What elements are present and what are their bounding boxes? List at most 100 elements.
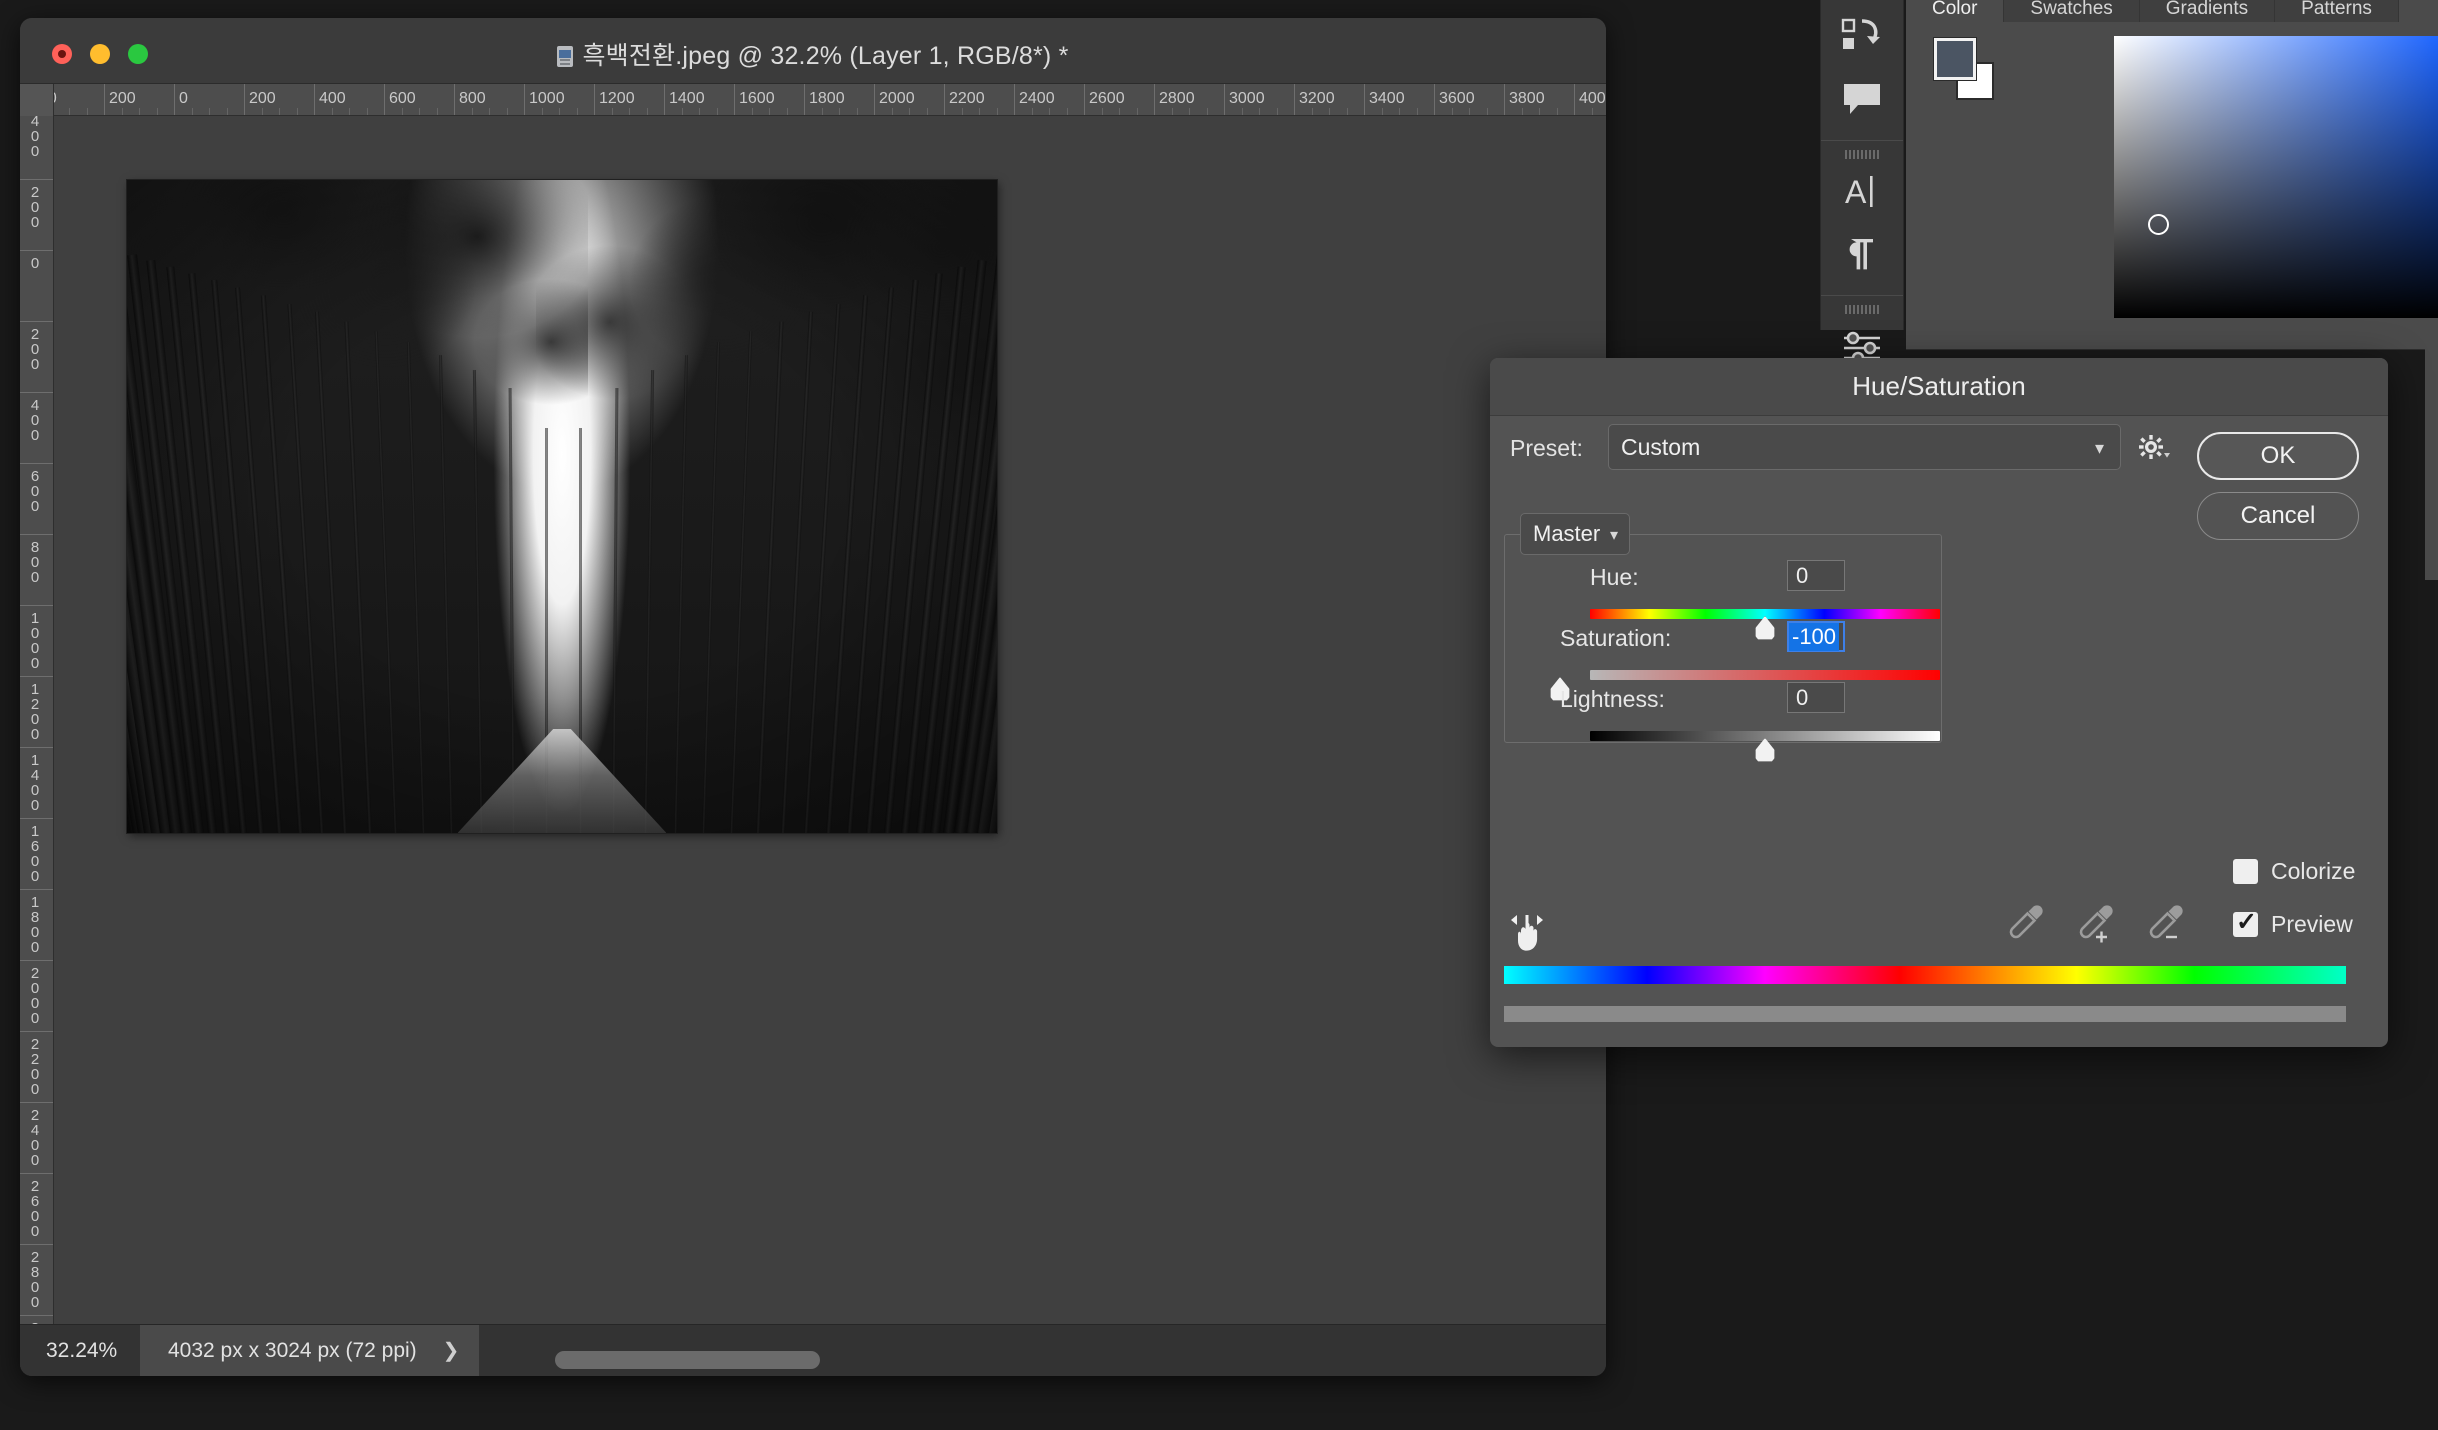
hue-value-field[interactable]: 0: [1787, 560, 1845, 591]
hue-saturation-dialog: Hue/Saturation Preset: Custom ▾ OK Cance…: [1490, 358, 2388, 1047]
ruler-v-tick: 3000: [20, 1315, 53, 1324]
ruler-h-subtick: [1311, 108, 1313, 115]
ruler-h-subtick: [506, 108, 508, 115]
paragraph-icon[interactable]: [1821, 223, 1903, 285]
ruler-h-subtick: [1346, 108, 1348, 115]
color-field-marker[interactable]: [2148, 214, 2169, 235]
ruler-h-subtick: [786, 108, 788, 115]
ruler-h-subtick: [209, 108, 210, 115]
ruler-h-subtick: [139, 108, 140, 115]
canvas-area[interactable]: [54, 116, 1606, 1324]
foreground-color-swatch[interactable]: [1933, 37, 1977, 81]
ruler-h-subtick: [489, 108, 490, 115]
ruler-h-tick: 400: [314, 84, 346, 115]
colorize-row[interactable]: Colorize: [2233, 858, 2355, 885]
ruler-h-subtick: [996, 108, 998, 115]
chevron-down-icon-range: ▾: [1609, 527, 1618, 544]
ruler-v-tick: 0: [20, 250, 53, 321]
eyedropper-add-icon[interactable]: [2075, 903, 2115, 952]
ruler-h-subtick: [1556, 108, 1558, 115]
hue-spectrum-bar: [1504, 966, 2346, 984]
preset-label: Preset:: [1510, 435, 1583, 461]
ruler-h-subtick: [1136, 108, 1138, 115]
gear-icon[interactable]: [2138, 434, 2172, 469]
ruler-h-tick: 3600: [1434, 84, 1475, 115]
preview-checkbox[interactable]: [2233, 907, 2258, 937]
eyedropper-icon[interactable]: [2005, 903, 2045, 952]
horizontal-scrollbar[interactable]: [20, 1347, 1606, 1373]
tool-group-type: A: [1821, 141, 1903, 296]
ruler-h-subtick: [1329, 108, 1330, 115]
tab-gradients[interactable]: Gradients: [2139, 0, 2276, 22]
ruler-corner[interactable]: [20, 84, 54, 116]
ruler-v-tick: 200: [20, 321, 53, 392]
colorize-checkbox[interactable]: [2233, 859, 2258, 884]
ruler-h-tick: 200: [104, 84, 136, 115]
ruler-h-tick: 1600: [734, 84, 775, 115]
svg-text:A: A: [1845, 174, 1867, 210]
ruler-h-tick: 3400: [1364, 84, 1405, 115]
ruler-v-tick: 400: [20, 116, 53, 179]
preset-select[interactable]: Custom ▾: [1608, 424, 2121, 470]
hand-scrub-icon[interactable]: [1507, 905, 1555, 960]
character-icon[interactable]: A: [1821, 161, 1903, 223]
saturation-label: Saturation:: [1560, 625, 1672, 651]
ruler-h-tick: 3200: [1294, 84, 1335, 115]
ruler-h-subtick: [1241, 108, 1243, 115]
lightness-value-field[interactable]: 0: [1787, 682, 1845, 713]
panel-grip[interactable]: [1821, 147, 1903, 161]
ruler-h-subtick: [156, 108, 158, 115]
panel-grip-2[interactable]: [1821, 302, 1903, 316]
ruler-h-tick: 800: [454, 84, 486, 115]
ruler-h-subtick: [1381, 108, 1383, 115]
ruler-h-tick: 2800: [1154, 84, 1195, 115]
tab-patterns[interactable]: Patterns: [2275, 0, 2399, 22]
dialog-title: Hue/Saturation: [1852, 371, 2026, 401]
preview-label: Preview: [2271, 911, 2353, 937]
saturation-value-field[interactable]: -100: [1787, 621, 1845, 652]
ruler-h-tick: 2400: [1014, 84, 1055, 115]
window-titlebar: 흑백전환.jpeg @ 32.2% (Layer 1, RGB/8*) *: [20, 18, 1606, 84]
ruler-h-subtick: [769, 108, 770, 115]
ruler-h-subtick: [1119, 108, 1120, 115]
cancel-button[interactable]: Cancel: [2197, 492, 2359, 540]
image-artboard[interactable]: [127, 180, 997, 833]
comment-icon[interactable]: [1821, 68, 1903, 130]
document-window: 흑백전환.jpeg @ 32.2% (Layer 1, RGB/8*) * 0 0…: [20, 18, 1606, 1376]
ruler-h-subtick: [1171, 108, 1173, 115]
color-swatch-stack: [1933, 37, 1996, 100]
tab-color[interactable]: Color: [1906, 0, 2005, 22]
ruler-h-subtick: [576, 108, 578, 115]
ruler-h-subtick: [856, 108, 858, 115]
tab-swatches[interactable]: Swatches: [2004, 0, 2140, 22]
ruler-v-tick: 600: [20, 463, 53, 534]
photo-vignette: [127, 180, 997, 833]
ruler-h-subtick: [1049, 108, 1050, 115]
ruler-v-tick: 2600: [20, 1173, 53, 1244]
ruler-h-subtick: [1451, 108, 1453, 115]
eyedropper-subtract-icon[interactable]: [2145, 903, 2185, 952]
ruler-h-subtick: [1206, 108, 1208, 115]
ruler-h-subtick: [419, 108, 420, 115]
horizontal-ruler[interactable]: 0020002004006008001000120014001600180020…: [20, 84, 1606, 116]
ruler-h-tick: 1400: [664, 84, 705, 115]
ruler-h-subtick: [121, 108, 123, 115]
ok-button[interactable]: OK: [2197, 432, 2359, 480]
history-icon[interactable]: [1821, 6, 1903, 68]
ruler-h-subtick: [1066, 108, 1068, 115]
ruler-h-tick: 1000: [524, 84, 565, 115]
ruler-v-tick: 1000: [20, 605, 53, 676]
color-field[interactable]: [2114, 36, 2438, 318]
vertical-ruler[interactable]: 400 200 0 200 400 600 800 1000 1200 1400 1600 1800 2…: [20, 116, 54, 1324]
ruler-h-subtick: [1539, 108, 1540, 115]
preview-row[interactable]: Preview: [2233, 907, 2353, 938]
ruler-h-subtick: [821, 108, 823, 115]
ruler-h-subtick: [261, 108, 263, 115]
saturation-slider-track[interactable]: [1590, 670, 1940, 680]
adjustment-range-bar[interactable]: [1504, 1006, 2346, 1022]
preset-row: Preset: Custom ▾ OK Cancel: [1490, 416, 2388, 540]
horizontal-scrollbar-thumb[interactable]: [555, 1351, 820, 1369]
hue-value: 0: [1796, 562, 1809, 588]
edit-range-select[interactable]: Master ▾: [1520, 513, 1630, 555]
right-panel-edge: [2425, 340, 2438, 580]
